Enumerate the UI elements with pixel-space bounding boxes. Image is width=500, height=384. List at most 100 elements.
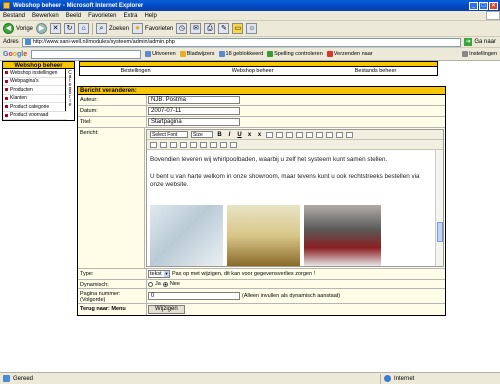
rich-text-editor: Select Font Size B I U x x Bovendien lev… xyxy=(146,129,444,267)
google-toolbar: Google Uitvoeren Bladwijzers 18 geblokke… xyxy=(0,48,500,61)
align-right-icon[interactable] xyxy=(286,131,293,138)
bullet-icon xyxy=(5,88,8,92)
address-input[interactable]: http://www.sani-well.nl/modules/systeem/… xyxy=(21,37,462,47)
align-left-icon[interactable] xyxy=(266,131,273,138)
auteur-input[interactable]: NJB. Postma xyxy=(148,96,240,104)
minimize-button[interactable]: _ xyxy=(469,1,478,10)
back-arrow-icon: ◀ xyxy=(3,23,14,34)
bg-color-icon[interactable] xyxy=(346,131,353,138)
pagina-input[interactable]: 0 xyxy=(148,292,240,300)
table-icon[interactable] xyxy=(210,141,217,148)
bathroom-image-1 xyxy=(150,205,223,266)
sidebar-item-webpaginas[interactable]: Webpagina's xyxy=(3,78,67,86)
back-button[interactable]: ◀ Vorige xyxy=(3,23,33,34)
top-navigation: Bestellingen Webshop beheer Bestands beh… xyxy=(79,61,438,76)
google-settings-button[interactable]: Instellingen xyxy=(462,51,500,57)
menu-help[interactable]: Help xyxy=(144,13,156,19)
spellcheck-button[interactable]: Spelling controleren xyxy=(267,51,323,57)
row-submit: Terug naar: Menu Wijzigen xyxy=(78,304,445,315)
underline-button[interactable]: U xyxy=(236,132,243,138)
status-bar: Gereed Internet xyxy=(0,372,500,384)
editor-paragraph-2: U bent u van harte welkom in onze showro… xyxy=(150,172,420,189)
zone-text: Internet xyxy=(394,375,415,382)
window-title: Webshop beheer - Microsoft Internet Expl… xyxy=(13,2,144,9)
search-button[interactable]: ⌕ Zoeken xyxy=(96,23,129,34)
sidebar-item-klanten[interactable]: Klanten xyxy=(3,95,67,103)
copy-icon[interactable] xyxy=(160,141,167,148)
sidebar-item-producten[interactable]: Producten xyxy=(3,86,67,95)
size-select[interactable]: Size xyxy=(191,131,213,138)
image-icon[interactable] xyxy=(220,141,227,148)
favorites-button[interactable]: ★ Favorieten xyxy=(132,23,173,34)
outdent-icon[interactable] xyxy=(316,131,323,138)
menu-beeld[interactable]: Beeld xyxy=(66,13,81,19)
sidebar-item-webshop-instellingen[interactable]: Webshop instellingen xyxy=(3,69,67,78)
sidebar-vertical-label: Categorie xyxy=(65,69,74,111)
mail-icon[interactable]: ✉ xyxy=(190,23,202,34)
topnav-webshop-beheer[interactable]: Webshop beheer xyxy=(232,68,274,74)
type-select[interactable]: tekst ▼ xyxy=(148,270,170,278)
page-content: Webshop beheer Webshop instellingen Webp… xyxy=(0,61,500,372)
bold-button[interactable]: B xyxy=(216,132,223,138)
sidebar-title: Webshop beheer xyxy=(2,61,75,69)
radio-ja[interactable] xyxy=(148,281,153,287)
editor-content[interactable]: Bovendien leveren wij whirlpoolbaden, wa… xyxy=(147,150,443,266)
text-color-icon[interactable] xyxy=(336,131,343,138)
back-to-menu-link[interactable]: Terug naar: Menu xyxy=(78,304,147,315)
topnav-bestellingen[interactable]: Bestellingen xyxy=(121,68,151,74)
run-icon xyxy=(145,51,152,57)
titel-input[interactable]: Startpagina xyxy=(148,118,240,126)
go-arrow-icon: ➔ xyxy=(464,38,473,46)
source-icon[interactable] xyxy=(230,141,237,148)
refresh-icon[interactable]: ↻ xyxy=(64,23,76,34)
google-bookmarks-button[interactable]: Bladwijzers xyxy=(179,51,215,57)
wijzigen-button[interactable]: Wijzigen xyxy=(148,305,185,314)
unordered-list-icon[interactable] xyxy=(306,131,313,138)
type-label: Type: xyxy=(78,269,147,279)
redo-icon[interactable] xyxy=(190,141,197,148)
italic-button[interactable]: I xyxy=(226,132,233,138)
popup-blocked-button[interactable]: 18 geblokkeerd xyxy=(218,51,263,57)
radio-nee[interactable] xyxy=(162,281,168,287)
datum-input[interactable]: 2007-07-11 xyxy=(148,107,240,115)
status-text: Gereed xyxy=(13,375,34,382)
ordered-list-icon[interactable] xyxy=(296,131,303,138)
align-center-icon[interactable] xyxy=(276,131,283,138)
editor-scrollbar[interactable] xyxy=(435,150,443,266)
sidebar-item-product-categorie[interactable]: Product categorie xyxy=(3,103,67,112)
home-icon[interactable]: ⌂ xyxy=(78,23,90,34)
browser-toolbar: ◀ Vorige ▶ ✕ ↻ ⌂ ⌕ Zoeken ★ Favorieten ◷… xyxy=(0,21,500,37)
scrollbar-thumb[interactable] xyxy=(437,222,443,242)
menu-extra[interactable]: Extra xyxy=(123,13,137,19)
messenger-icon[interactable]: ☺ xyxy=(246,23,258,34)
stop-icon[interactable]: ✕ xyxy=(50,23,62,34)
auteur-label: Auteur: xyxy=(78,95,147,105)
history-icon[interactable]: ◷ xyxy=(176,23,188,34)
folder-icon[interactable]: ▭ xyxy=(232,23,244,34)
indent-icon[interactable] xyxy=(326,131,333,138)
undo-icon[interactable] xyxy=(180,141,187,148)
paste-icon[interactable] xyxy=(170,141,177,148)
google-search-input[interactable] xyxy=(31,49,142,59)
menu-bestand[interactable]: Bestand xyxy=(3,13,25,19)
send-to-button[interactable]: Verzenden naar xyxy=(326,51,373,57)
forward-button[interactable]: ▶ xyxy=(36,23,48,34)
link-icon[interactable] xyxy=(200,141,207,148)
menu-bewerken[interactable]: Bewerken xyxy=(32,13,59,19)
close-button[interactable]: × xyxy=(489,1,498,10)
topnav-bestands-beheer[interactable]: Bestands beheer xyxy=(355,68,397,74)
print-icon[interactable]: ⎙ xyxy=(204,23,216,34)
sidebar-item-product-voorraad[interactable]: Product voorraad xyxy=(3,112,67,120)
edit-icon[interactable]: ✎ xyxy=(218,23,230,34)
maximize-button[interactable]: □ xyxy=(479,1,488,10)
go-button[interactable]: ➔ Ga naar xyxy=(464,38,500,46)
subscript-button[interactable]: x xyxy=(246,132,253,138)
font-select[interactable]: Select Font xyxy=(150,131,188,138)
window-controls: _ □ × xyxy=(469,1,500,10)
cut-icon[interactable] xyxy=(150,141,157,148)
menu-favorieten[interactable]: Favorieten xyxy=(88,13,116,19)
radio-ja-label: Ja xyxy=(155,281,161,287)
google-run-button[interactable]: Uitvoeren xyxy=(145,51,176,57)
type-warning: Pas op met wijzigen, dit kan voor gegeve… xyxy=(172,271,316,277)
superscript-button[interactable]: x xyxy=(256,132,263,138)
